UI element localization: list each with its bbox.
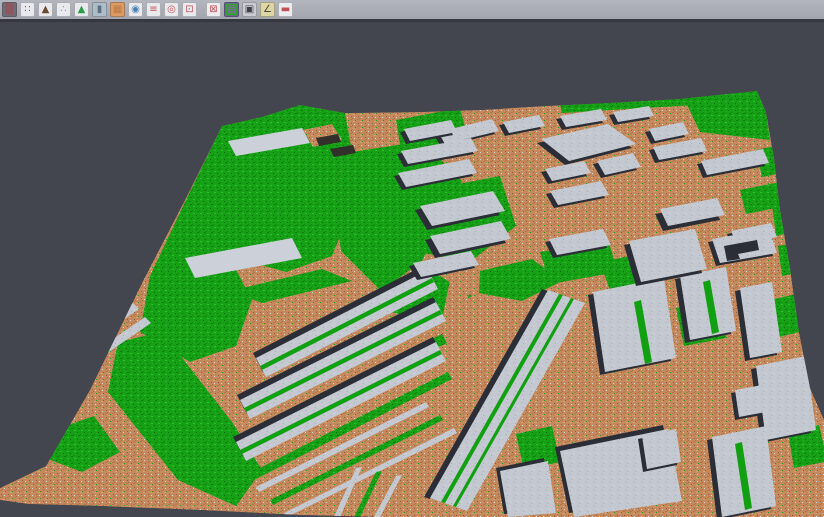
target-point-icon[interactable]: ◎ — [164, 2, 179, 17]
bare-earth-surface-icon[interactable]: ▲ — [38, 2, 53, 17]
building-roof — [593, 278, 676, 372]
viewport-3d[interactable] — [0, 25, 824, 517]
sample-points-icon[interactable]: ∴ — [56, 2, 71, 17]
building-roof — [642, 429, 681, 469]
measure-height-icon[interactable]: ▬ — [278, 2, 293, 17]
building-roof — [735, 385, 766, 417]
orbit-globe-icon[interactable]: ◉ — [128, 2, 143, 17]
clear-view-icon[interactable]: ⊠ — [206, 2, 221, 17]
layers-list-icon[interactable]: ≡ — [146, 2, 161, 17]
canopy-surface-icon[interactable]: ▲ — [74, 2, 89, 17]
slice-view-icon[interactable]: ▮ — [92, 2, 107, 17]
point-cloud-icon[interactable]: ▒ — [2, 2, 17, 17]
surface-grid-icon[interactable]: ▦ — [110, 2, 125, 17]
classification-colors-icon[interactable]: ▧ — [224, 2, 239, 17]
lidar-viewer-window: { "toolbar": { "icons": [ {"name":"point… — [0, 0, 824, 517]
zoom-extents-icon[interactable]: ⊡ — [182, 2, 197, 17]
building-roof — [500, 461, 556, 517]
point-cloud-render — [0, 25, 824, 517]
measure-angle-icon[interactable]: ∠ — [260, 2, 275, 17]
camera-view-icon[interactable]: ▣ — [242, 2, 257, 17]
main-toolbar: ▒∷▲∴▲▮▦◉≡◎⊡⊠▧▣∠▬ — [0, 0, 824, 22]
scatter-points-icon[interactable]: ∷ — [20, 2, 35, 17]
